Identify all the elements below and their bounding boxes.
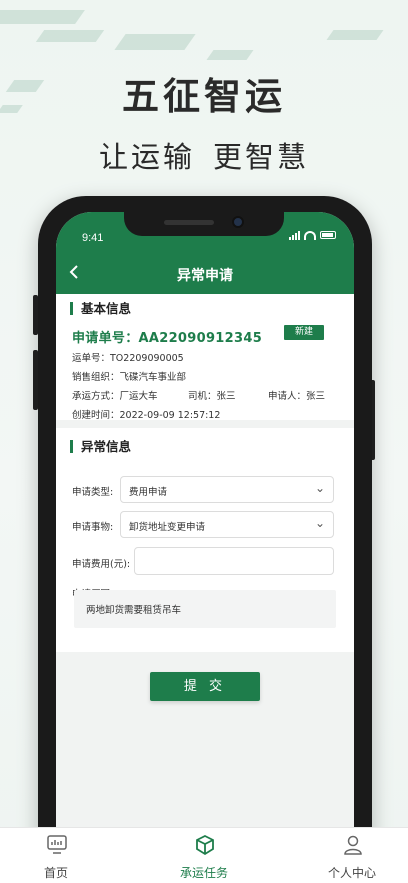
created-time: 创建时间：2022-09-09 12:57:12 [72, 410, 221, 421]
hero-title: 五征智运 [122, 75, 286, 118]
wifi-icon [304, 230, 316, 240]
bg-stripe [326, 30, 384, 40]
matter-value: 卸货地址变更申请 [129, 522, 206, 533]
tab-bar: 首页 承运任务 个人中心 [0, 827, 408, 883]
battery-icon [320, 231, 336, 239]
order-number: 申请单号：AA22090912345 [72, 327, 262, 346]
order-label: 申请单号： [72, 331, 139, 346]
section-title-basic: 基本信息 [70, 302, 131, 315]
matter-select[interactable]: 卸货地址变更申请 ⌄ [120, 511, 334, 538]
signal-icon [289, 230, 300, 240]
status-icons [289, 230, 336, 240]
hero-subtitle: 让运输 更智慧 [0, 134, 408, 176]
bg-stripe [206, 50, 254, 60]
status-time: 9:41 [82, 232, 104, 244]
basic-info-card: 基本信息 申请单号：AA22090912345 新建 运单号：TO2209090… [56, 294, 354, 421]
applicant: 申请人：张三 [268, 391, 326, 402]
tab-home[interactable]: 首页 [6, 828, 106, 883]
phone-screen: 9:41 异常申请 基本信息 申请单号：AA22090912345 新建 运单号… [56, 212, 354, 883]
chevron-down-icon: ⌄ [314, 481, 325, 495]
chevron-down-icon: ⌄ [314, 516, 325, 530]
phone-notch [124, 212, 284, 236]
camera [232, 216, 244, 228]
nav-bar: 异常申请 [56, 254, 354, 294]
transport-mode: 承运方式：厂运大车 [72, 391, 158, 402]
tab-label: 首页 [43, 866, 68, 880]
driver: 司机：张三 [188, 391, 236, 402]
user-icon [344, 835, 362, 855]
monitor-icon [47, 835, 67, 854]
matter-label: 申请事物: [72, 522, 114, 533]
type-label: 申请类型: [72, 487, 114, 498]
submit-button[interactable]: 提 交 [150, 672, 260, 701]
fee-label: 申请费用(元): [72, 559, 131, 570]
status-badge: 新建 [284, 325, 324, 340]
bg-stripe [35, 30, 105, 42]
type-select[interactable]: 费用申请 ⌄ [120, 476, 334, 503]
type-value: 费用申请 [129, 487, 168, 498]
waybill-number: 运单号：TO2209090005 [72, 353, 184, 364]
sales-org: 销售组织：飞碟汽车事业部 [72, 372, 187, 383]
order-value: AA22090912345 [138, 331, 263, 346]
tab-me[interactable]: 个人中心 [302, 828, 402, 883]
bg-stripe [114, 34, 196, 50]
speaker [164, 220, 214, 225]
reason-value: 两地卸货需要租赁吊车 [86, 605, 182, 616]
box-icon [196, 834, 214, 856]
tab-label: 个人中心 [327, 866, 376, 880]
hero-subtitle-left: 让运输 [98, 140, 195, 174]
page-title: 异常申请 [177, 268, 233, 284]
hero-subtitle-right: 更智慧 [213, 140, 310, 174]
tab-task[interactable]: 承运任务 [154, 828, 254, 883]
section-title-exception: 异常信息 [70, 440, 131, 453]
fee-input[interactable] [134, 547, 334, 575]
bg-stripe [0, 10, 85, 24]
tab-label: 承运任务 [179, 866, 228, 880]
reason-textarea[interactable]: 两地卸货需要租赁吊车 [74, 590, 336, 628]
